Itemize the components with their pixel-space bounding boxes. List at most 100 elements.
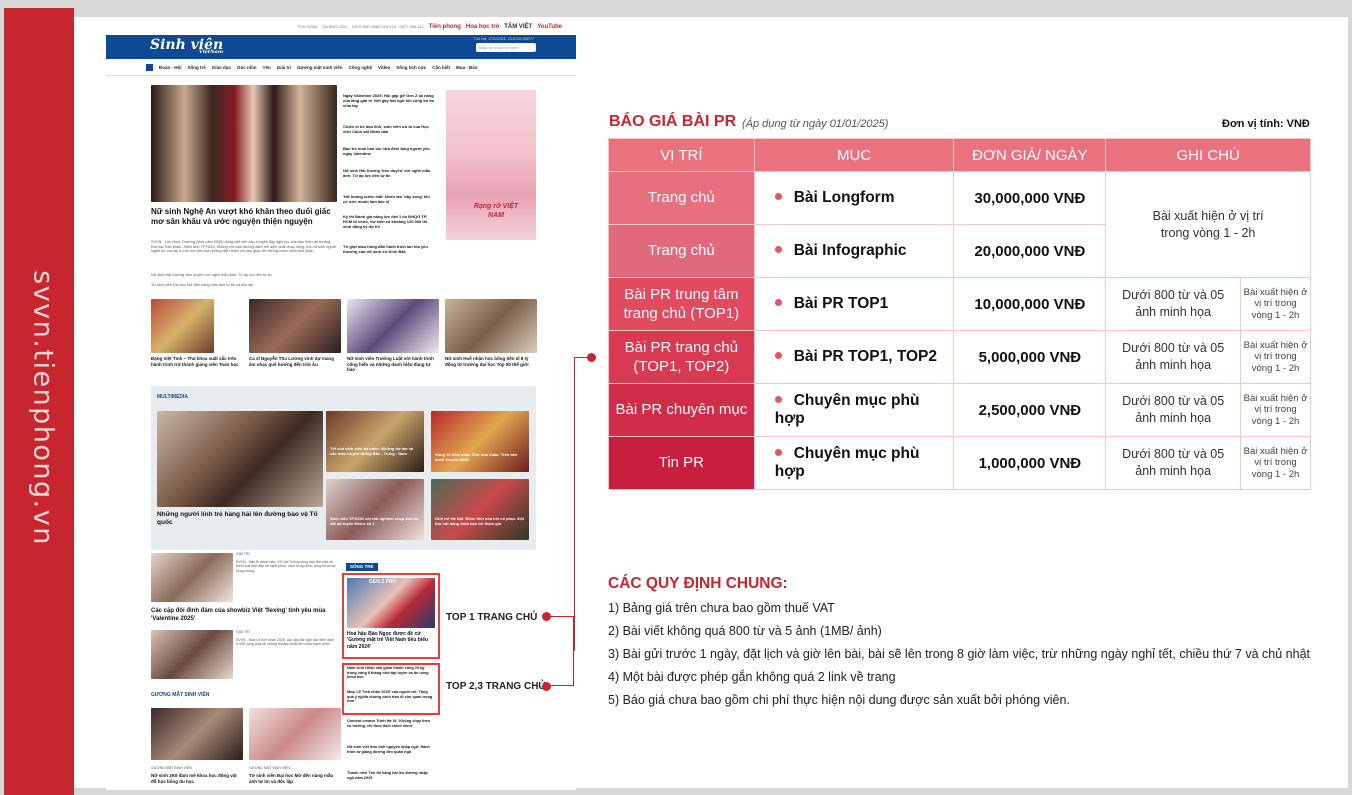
position-cell: Bài PR trung tâm trang chủ (TOP1) — [608, 277, 755, 331]
note-cell: Dưới 800 từ và 05 ảnh minh họa — [1105, 383, 1242, 437]
multimedia-caption[interactable]: Sinh viên TP.HCM với trải nghiệm chụp ản… — [330, 516, 420, 526]
news-title[interactable]: Các cặp đôi đình đám của showbiz Việt 'f… — [151, 608, 341, 623]
news-image[interactable] — [151, 299, 214, 353]
youtube-icon[interactable]: YouTube — [537, 24, 562, 30]
news-title[interactable]: Nữ sinh 2K6 đam mê khoa học động vật đỗ … — [151, 773, 243, 784]
top23-item[interactable]: Nam sinh Nhân văn giảm thành công 20 kg … — [347, 666, 435, 680]
price-cell: 10,000,000 VNĐ — [953, 277, 1107, 331]
news-image[interactable] — [445, 299, 537, 353]
news-image[interactable] — [151, 553, 233, 602]
site-logo[interactable]: Sinh viên ViệtNam — [150, 37, 223, 55]
multimedia-caption[interactable]: Giới trẻ Hà Nội: Điềm tĩnh hòa hết cổ ph… — [435, 516, 525, 526]
price-cell: 1,000,000 VNĐ — [953, 436, 1107, 490]
search-input[interactable]: Nhập từ khóa tìm kiếm — [476, 43, 536, 52]
category-tag[interactable]: GIẢI TRÍ — [236, 630, 250, 634]
news-image[interactable] — [347, 299, 439, 353]
side-news-item[interactable]: 'Nữ hoàng nước mắt' khiến fan 'dậy sóng'… — [343, 194, 435, 204]
item-cell: Bài Infographic — [753, 224, 955, 278]
top1-title[interactable]: Hoa hậu Bảo Ngọc được đề cử 'Gương mặt t… — [347, 631, 435, 650]
news-image[interactable] — [249, 708, 341, 760]
partner-logo[interactable]: Hoa học trò — [466, 24, 499, 30]
partner-logo[interactable]: Tiền phong — [429, 24, 461, 30]
rule-item: 4) Một bài được phép gắn không quá 2 lin… — [608, 670, 896, 684]
side-news-item[interactable]: Chiến sĩ trẻ bản lĩnh, sinh viên ưu tú c… — [343, 124, 435, 134]
nav-item[interactable]: Giáo dục — [212, 65, 231, 70]
more-news-item[interactable]: Nữ sinh viết đơn tình nguyện nhập ngũ: H… — [347, 745, 435, 754]
note-cell: Dưới 800 từ và 05 ảnh minh họa — [1105, 277, 1242, 331]
nav-item[interactable]: Góc nhìn — [237, 65, 257, 70]
note-cell: Dưới 800 từ và 05 ảnh minh họa — [1105, 436, 1242, 490]
bullet-icon — [774, 396, 782, 403]
nav-item[interactable]: Sống trẻ — [188, 65, 206, 70]
multimedia-image[interactable] — [326, 479, 424, 540]
table-row: Trang chủ Bài Longform 30,000,000 VNĐ Bà… — [608, 171, 1311, 278]
news-title[interactable]: Nữ sinh Huế nhận học bổng tiến sĩ 8 tỷ đ… — [445, 356, 537, 367]
multimedia-main-title[interactable]: Những người lính trẻ hàng hải lên đường … — [157, 511, 323, 527]
home-icon[interactable] — [146, 63, 153, 71]
gen-z-badge: GEN Z PRO — [369, 579, 397, 585]
lead-bullet[interactable]: Từ sinh viên Đại học Mở đến nàng mẫu ảnh… — [151, 283, 337, 288]
nav-item[interactable]: Cần biết — [432, 65, 450, 70]
multimedia-image[interactable] — [326, 411, 424, 472]
position-cell: Bài PR trang chủ (TOP1, TOP2) — [608, 330, 755, 384]
more-news-item[interactable]: Content creator Trịnh Hà Vi: 'Không chạy… — [347, 719, 435, 728]
category-tag[interactable]: GƯƠNG MẶT SINH VIÊN — [151, 766, 192, 770]
lead-image[interactable] — [151, 85, 337, 202]
top1-image[interactable] — [347, 578, 435, 628]
nav-item[interactable]: Công nghệ — [349, 65, 373, 70]
table-row: Tin PR Chuyên mục phù hợp 1,000,000 VNĐ … — [608, 436, 1311, 490]
side-news-item[interactable]: Ngày Valentine 2025: Hội gặp gỡ Gen Z lạ… — [343, 93, 435, 108]
nav-item[interactable]: Video — [378, 65, 390, 70]
nav-item[interactable]: Sống tích cực — [396, 65, 426, 70]
multimedia-caption[interactable]: Vòng 10 đêm nhạc Chợ hoa Xuân 'Trên bến … — [435, 452, 525, 462]
news-title[interactable]: Nữ sinh viên Trường Luật với hành trình … — [347, 356, 439, 373]
item-cell: Chuyên mục phù hợp — [753, 436, 955, 490]
nav-item[interactable]: Yêu — [263, 65, 271, 70]
website-header: Sinh viên ViệtNam Thứ Hai, 17/02/2025, 15… — [106, 35, 576, 59]
news-title[interactable]: Ca sĩ Nguyễn Thu Lương vinh dự mang âm n… — [249, 356, 341, 367]
news-image[interactable] — [151, 708, 243, 760]
side-news-item[interactable]: Nữ sinh Hải Dương 'bén duyên' với nghề m… — [343, 168, 435, 178]
partner-logo[interactable]: TÂM VIỆT — [504, 24, 532, 30]
note-cell: Dưới 800 từ và 05 ảnh minh họa — [1105, 330, 1242, 384]
connector-line — [574, 357, 575, 651]
side-news-item[interactable]: Bạn trẻ mua hoa lúc nửa đêm tặng người y… — [343, 146, 435, 156]
page-root: svvn.tienphong.vn TÒA SOẠN QUẢNG CÁO HOT… — [0, 0, 1352, 795]
multimedia-image[interactable] — [431, 411, 529, 472]
gmsv-label: GƯƠNG MẶT SINH VIÊN — [151, 692, 210, 698]
multimedia-caption[interactable]: Tết của sinh viên ba miền: Những dư âm v… — [330, 446, 420, 456]
table-row: Bài PR trung tâm trang chủ (TOP1) Bài PR… — [608, 277, 1311, 331]
news-title[interactable]: Từ sinh viên Đại học Mở đến nàng mẫu ảnh… — [249, 773, 341, 784]
price-cell: 2,500,000 VNĐ — [953, 383, 1107, 437]
news-image[interactable] — [151, 630, 233, 679]
multimedia-image[interactable] — [431, 479, 529, 540]
lead-desc: SVVN - Lưu Hoài Thương (sinh năm 2005) đ… — [151, 240, 337, 254]
more-news-item[interactable]: Thanh niên Thủ đô hăng hái lên đường nhậ… — [347, 771, 435, 780]
category-tag[interactable]: GIẢI TRÍ — [236, 552, 250, 556]
top-link[interactable]: TÒA SOẠN — [297, 24, 317, 29]
top23-item[interactable]: Mùa 'Lễ Tình nhân 2025' của người trẻ: T… — [347, 690, 435, 704]
pricing-unit: Đơn vị tính: VNĐ — [1222, 118, 1310, 130]
side-news-item[interactable]: Kỳ thi Đánh giá năng lực đợt 1 do ĐHQG T… — [343, 214, 435, 229]
nav-item[interactable]: Gương mặt sinh viên — [297, 65, 342, 70]
header-date: Thứ Hai, 17/02/2025, 15:40:06 GMT+7 — [473, 37, 534, 41]
news-image[interactable] — [249, 299, 341, 353]
nav-item[interactable]: Đoàn - Hội — [159, 65, 182, 70]
position-cell: Trang chủ — [608, 224, 755, 278]
side-news-item[interactable]: Tờ giọt máu hồng dẫn hành trình lan tỏa … — [343, 244, 435, 254]
table-row: Bài PR chuyên mục Chuyên mục phù hợp 2,5… — [608, 383, 1311, 437]
song-tre-label: SỐNG TRẺ — [346, 563, 378, 571]
nav-item[interactable]: Mua - Bán — [456, 65, 478, 70]
col-header: ĐƠN GIÁ/ NGÀY — [953, 138, 1107, 172]
news-desc: SVVN - Hậu lễ thành hôn, Võ Cát Tường cù… — [236, 560, 336, 573]
news-title[interactable]: Đặng Việt Tình – Thủ khoa xuất sắc trên … — [151, 356, 243, 367]
lead-title[interactable]: Nữ sinh Nghệ An vượt khó khăn theo đuổi … — [151, 207, 339, 227]
top-link[interactable]: QUẢNG CÁO — [322, 24, 346, 29]
multimedia-main-image[interactable] — [157, 411, 323, 507]
lead-bullet[interactable]: Nữ sinh Hải Dương 'bén duyên' với nghề m… — [151, 273, 337, 278]
note-cell-merged: Bài xuất hiện ở vị trí trong vòng 1 - 2h — [1105, 171, 1311, 278]
rules-title: CÁC QUY ĐỊNH CHUNG: — [608, 575, 788, 592]
nav-item[interactable]: Giải trí — [277, 65, 291, 70]
category-tag[interactable]: GƯƠNG MẶT SINH VIÊN — [249, 766, 290, 770]
pricing-subtitle: (Áp dụng từ ngày 01/01/2025) — [742, 118, 889, 130]
